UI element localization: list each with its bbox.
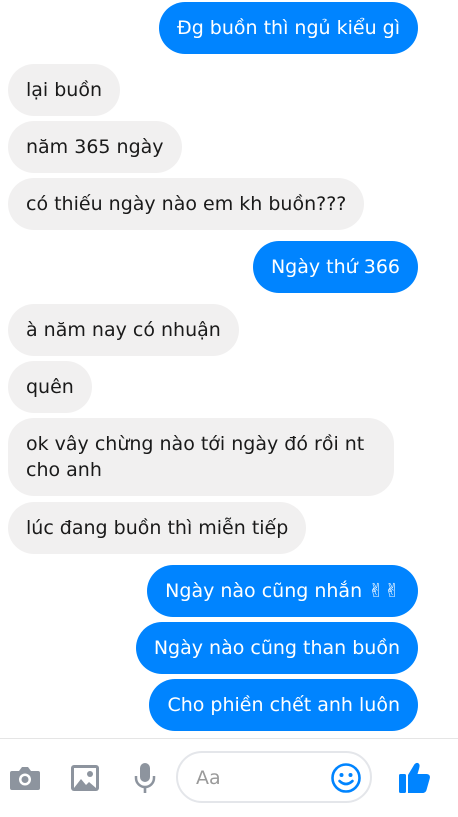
message-bubble-incoming[interactable]: quên [8, 361, 92, 413]
message-bubble-incoming[interactable]: có thiếu ngày nào em kh buồn??? [8, 178, 365, 230]
message-input[interactable] [194, 763, 328, 793]
image-icon[interactable] [68, 761, 102, 795]
message-thread: Đg buồn thì ngủ kiểu gì lại buồn năm 365… [0, 0, 458, 738]
message-bubble-incoming[interactable]: lúc đang buồn thì miễn tiếp [8, 502, 307, 554]
message-bubble-outgoing[interactable]: Ngày thứ 366 [252, 241, 418, 293]
microphone-icon[interactable] [128, 761, 162, 795]
composer-bar [0, 738, 458, 817]
message-bubble-incoming[interactable]: năm 365 ngày [8, 121, 182, 173]
message-input-container [176, 751, 372, 803]
message-bubble-outgoing[interactable]: Cho phiền chết anh luôn [149, 679, 418, 731]
thumbs-up-icon[interactable] [398, 759, 432, 795]
message-bubble-outgoing[interactable]: Ngày nào cũng than buồn [135, 622, 418, 674]
message-bubble-incoming[interactable]: ok vây chừng nào tới ngày đó rồi nt cho … [8, 418, 394, 496]
message-bubble-incoming[interactable]: à năm nay có nhuận [8, 304, 239, 356]
smiley-icon[interactable] [330, 762, 362, 794]
camera-icon[interactable] [8, 761, 42, 795]
message-bubble-outgoing[interactable]: Ngày nào cũng nhắn ✌✌ [147, 565, 418, 617]
message-bubble-outgoing[interactable]: Đg buồn thì ngủ kiểu gì [158, 2, 418, 54]
message-bubble-incoming[interactable]: lại buồn [8, 64, 121, 116]
